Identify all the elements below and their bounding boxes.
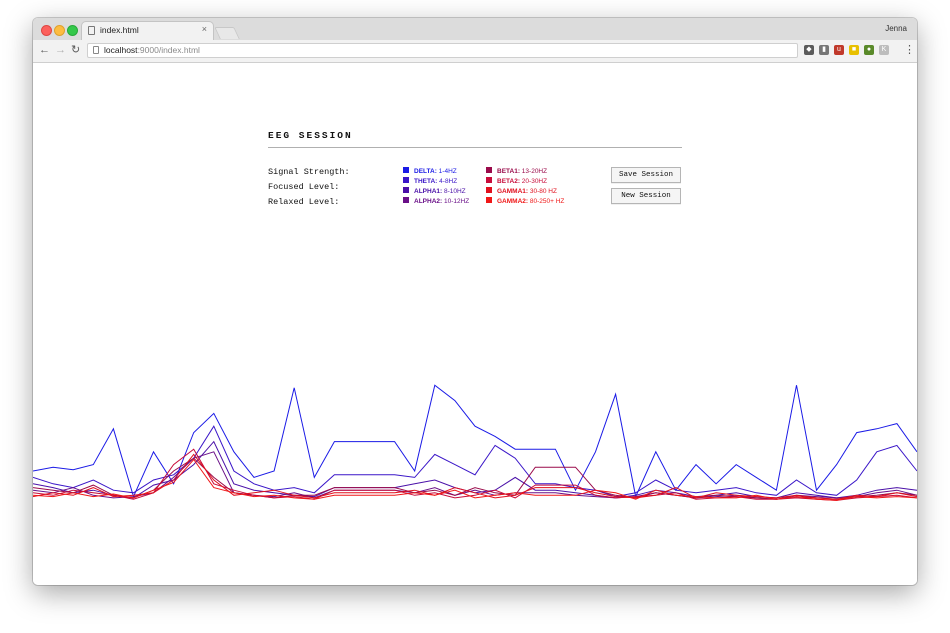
legend-item: ALPHA1: 8-10HZ bbox=[403, 187, 466, 197]
legend-band-range: 1-4HZ bbox=[436, 168, 457, 175]
legend-item: THETA: 4-8HZ bbox=[403, 177, 457, 187]
legend-band-name: ALPHA2: bbox=[414, 198, 443, 205]
eeg-line-chart bbox=[33, 384, 917, 501]
bookmark-icon[interactable]: ▮ bbox=[819, 45, 829, 55]
legend-swatch bbox=[403, 197, 409, 204]
legend-band-name: GAMMA2: bbox=[497, 198, 529, 205]
series-line-gamma2 bbox=[33, 458, 917, 501]
grey-extension-icon[interactable]: K bbox=[879, 45, 889, 55]
url-host: localhost bbox=[104, 45, 138, 55]
reload-icon[interactable]: ↻ bbox=[71, 43, 80, 57]
page-info-icon[interactable] bbox=[93, 46, 99, 54]
page-content: EEG SESSION Signal Strength: Focused Lev… bbox=[33, 63, 917, 585]
minimize-window-button[interactable] bbox=[54, 25, 65, 36]
evernote-icon[interactable]: ◆ bbox=[804, 45, 814, 55]
address-bar[interactable]: localhost:9000/index.html bbox=[87, 43, 798, 58]
legend-band-range: 8-10HZ bbox=[442, 188, 466, 195]
legend-swatch bbox=[486, 177, 492, 184]
page-title: EEG SESSION bbox=[268, 130, 353, 141]
legend-band-name: DELTA: bbox=[414, 168, 437, 175]
relaxed-level-label: Relaxed Level: bbox=[268, 197, 340, 207]
legend-item: GAMMA2: 80-250+ HZ bbox=[486, 197, 564, 207]
legend-item: GAMMA1: 30-80 HZ bbox=[486, 187, 557, 197]
signal-strength-label: Signal Strength: bbox=[268, 167, 350, 177]
legend-band-range: 4-8HZ bbox=[437, 178, 458, 185]
legend-item: ALPHA2: 10-12HZ bbox=[403, 197, 469, 207]
tab-title: index.html bbox=[100, 25, 139, 35]
legend-band-name: ALPHA1: bbox=[414, 188, 443, 195]
url-path: :9000/index.html bbox=[137, 45, 200, 55]
legend-band-name: BETA2: bbox=[497, 178, 520, 185]
legend-swatch bbox=[403, 167, 409, 174]
legend-band-range: 80-250+ HZ bbox=[528, 198, 565, 205]
legend-band-range: 13-20HZ bbox=[520, 168, 548, 175]
tab-close-icon[interactable]: × bbox=[202, 24, 207, 34]
legend-swatch bbox=[486, 167, 492, 174]
ublock-icon[interactable]: u bbox=[834, 45, 844, 55]
legend-swatch bbox=[486, 187, 492, 194]
close-window-button[interactable] bbox=[41, 25, 52, 36]
legend-band-name: BETA1: bbox=[497, 168, 520, 175]
browser-toolbar: ← → ↻ localhost:9000/index.html ◆ ▮ u ■ ● K ⋮ bbox=[33, 40, 917, 63]
profile-name[interactable]: Jenna bbox=[885, 24, 907, 33]
focused-level-label: Focused Level: bbox=[268, 182, 340, 192]
new-session-button[interactable]: New Session bbox=[611, 188, 681, 204]
legend-swatch bbox=[486, 197, 492, 204]
legend-band-name: GAMMA1: bbox=[497, 188, 529, 195]
legend-item: DELTA: 1-4HZ bbox=[403, 167, 457, 177]
menu-dots-icon[interactable]: ⋮ bbox=[904, 44, 915, 56]
legend-band-range: 10-12HZ bbox=[442, 198, 470, 205]
pie-extension-icon[interactable]: ● bbox=[864, 45, 874, 55]
url-text: localhost:9000/index.html bbox=[104, 45, 200, 55]
title-bar: index.html × Jenna bbox=[33, 18, 917, 40]
legend-swatch bbox=[403, 177, 409, 184]
legend-swatch bbox=[403, 187, 409, 194]
browser-window: index.html × Jenna ← → ↻ localhost:9000/… bbox=[33, 18, 917, 585]
save-session-button[interactable]: Save Session bbox=[611, 167, 681, 183]
back-arrow-icon[interactable]: ← bbox=[39, 43, 50, 57]
title-divider bbox=[268, 147, 682, 148]
new-tab-button[interactable] bbox=[214, 27, 240, 39]
document-icon bbox=[88, 26, 95, 35]
legend-band-range: 20-30HZ bbox=[520, 178, 548, 185]
maximize-window-button[interactable] bbox=[67, 25, 78, 36]
legend-item: BETA2: 20-30HZ bbox=[486, 177, 547, 187]
legend-band-range: 30-80 HZ bbox=[528, 188, 557, 195]
forward-arrow-icon[interactable]: → bbox=[55, 43, 66, 57]
yellow-extension-icon[interactable]: ■ bbox=[849, 45, 859, 55]
browser-tab[interactable]: index.html × bbox=[81, 21, 214, 40]
series-line-delta bbox=[33, 384, 917, 499]
legend-band-name: THETA: bbox=[414, 178, 438, 185]
legend-item: BETA1: 13-20HZ bbox=[486, 167, 547, 177]
